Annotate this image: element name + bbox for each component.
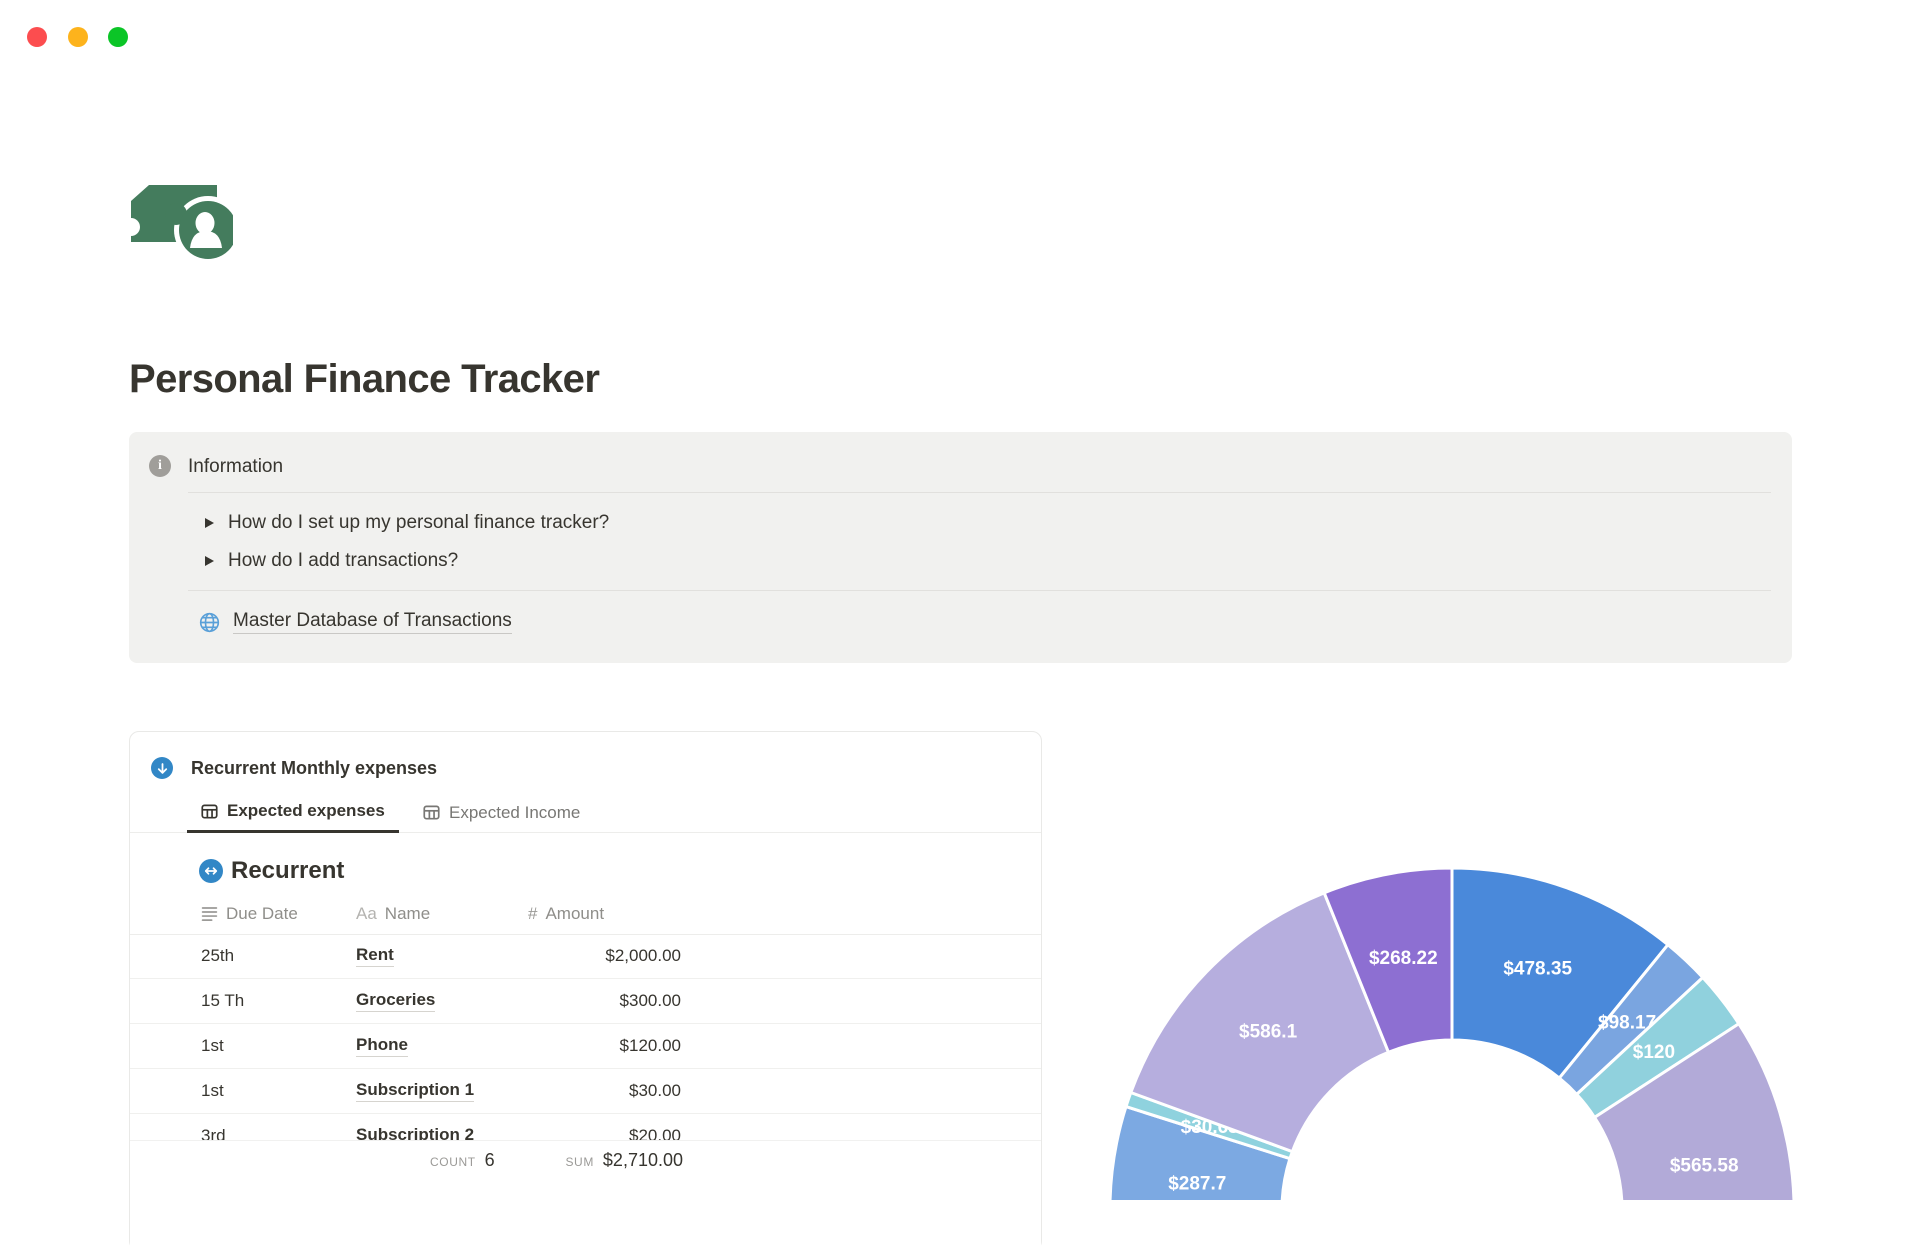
down-arrow-circle-icon xyxy=(151,757,173,779)
toggle-triangle-icon[interactable] xyxy=(205,556,214,566)
window-close-button[interactable] xyxy=(27,27,47,47)
table-view-icon xyxy=(423,805,440,820)
recurrent-expenses-card: Recurrent Monthly expenses Expected expe… xyxy=(129,731,1042,1252)
master-database-link[interactable]: Master Database of Transactions xyxy=(233,610,512,634)
window-fullscreen-button[interactable] xyxy=(108,27,128,47)
name-cell[interactable]: Rent xyxy=(356,934,394,978)
count-value: 6 xyxy=(484,1150,495,1170)
donut-segment-label: $268.22 xyxy=(1369,948,1438,969)
amount-cell[interactable]: $120.00 xyxy=(620,1024,681,1068)
due-date-cell[interactable]: 25th xyxy=(201,934,234,978)
tab-label: Expected Income xyxy=(449,802,581,822)
amount-cell[interactable]: $30.00 xyxy=(629,1069,681,1113)
divider xyxy=(188,492,1771,493)
sum-calculation[interactable]: SUM $2,710.00 xyxy=(565,1150,683,1171)
count-label: COUNT xyxy=(430,1155,476,1169)
window-minimize-button[interactable] xyxy=(68,27,88,47)
due-date-cell[interactable]: 1st xyxy=(201,1024,224,1068)
information-callout: i Information How do I set up my persona… xyxy=(129,432,1792,663)
database-view-title[interactable]: Recurrent xyxy=(231,856,344,886)
due-date-cell[interactable]: 15 Th xyxy=(201,979,244,1023)
globe-icon xyxy=(199,612,220,632)
column-name[interactable]: Aa Name xyxy=(356,893,430,934)
toggle-setup-question[interactable]: How do I set up my personal finance trac… xyxy=(205,509,609,537)
column-due-date[interactable]: Due Date xyxy=(201,893,298,934)
table-row[interactable]: 1st Phone $120.00 xyxy=(130,1024,1041,1069)
table-footer: COUNT 6 SUM $2,710.00 xyxy=(130,1140,1041,1252)
due-date-cell[interactable]: 1st xyxy=(201,1069,224,1113)
count-calculation[interactable]: COUNT 6 xyxy=(430,1150,495,1171)
toggle-label: How do I set up my personal finance trac… xyxy=(228,512,610,533)
column-amount[interactable]: # Amount xyxy=(528,893,604,934)
column-label: Name xyxy=(384,903,431,923)
card-title[interactable]: Recurrent Monthly expenses xyxy=(191,757,437,779)
donut-segment-label: $478.35 xyxy=(1503,958,1572,979)
donut-segment-label: $120 xyxy=(1633,1042,1675,1063)
table-row[interactable]: 15 Th Groceries $300.00 xyxy=(130,979,1041,1024)
name-cell[interactable]: Phone xyxy=(356,1024,408,1068)
sum-label: SUM xyxy=(565,1155,594,1169)
table-view-icon xyxy=(201,803,218,819)
table-row[interactable]: 25th Rent $2,000.00 xyxy=(130,934,1041,979)
table-column-header-row: Due Date Aa Name # Amount xyxy=(130,893,1041,935)
title-icon: Aa xyxy=(356,903,377,923)
column-label: Amount xyxy=(545,903,605,923)
tab-expected-income[interactable]: Expected Income xyxy=(409,792,594,833)
donut-chart: $478.35$98.17$120$565.58$287.7$30.68$586… xyxy=(1108,866,1796,1200)
table-rows: 25th Rent $2,000.00 15 Th Groceries $300… xyxy=(130,934,1041,1159)
donut-segment-label: $586.1 xyxy=(1239,1021,1298,1042)
donut-segment-label: $565.58 xyxy=(1670,1156,1739,1177)
text-lines-icon xyxy=(201,907,218,921)
page-title: Personal Finance Tracker xyxy=(129,356,600,401)
tab-expected-expenses[interactable]: Expected expenses xyxy=(187,792,399,833)
money-banknote-coin-icon[interactable] xyxy=(131,184,233,260)
toggle-add-transactions-question[interactable]: How do I add transactions? xyxy=(205,547,458,575)
table-row[interactable]: 1st Subscription 1 $30.00 xyxy=(130,1069,1041,1114)
column-label: Due Date xyxy=(226,903,298,923)
toggle-label: How do I add transactions? xyxy=(228,550,459,571)
name-cell[interactable]: Subscription 1 xyxy=(356,1069,475,1113)
notion-page: { "window": { "controls": ["close", "min… xyxy=(0,0,1920,1252)
info-icon: i xyxy=(149,455,171,477)
left-right-arrow-circle-icon xyxy=(199,859,223,883)
number-icon: # xyxy=(528,903,538,923)
amount-cell[interactable]: $2,000.00 xyxy=(605,934,681,978)
name-cell[interactable]: Groceries xyxy=(356,979,436,1023)
tab-label: Expected expenses xyxy=(227,801,385,820)
master-database-link-row: Master Database of Transactions xyxy=(198,608,512,636)
divider xyxy=(188,590,1771,591)
callout-title: Information xyxy=(188,456,284,477)
amount-cell[interactable]: $300.00 xyxy=(620,979,681,1023)
toggle-triangle-icon[interactable] xyxy=(205,518,214,528)
donut-segment-label: $287.7 xyxy=(1168,1174,1226,1195)
sum-value: $2,710.00 xyxy=(602,1150,683,1170)
